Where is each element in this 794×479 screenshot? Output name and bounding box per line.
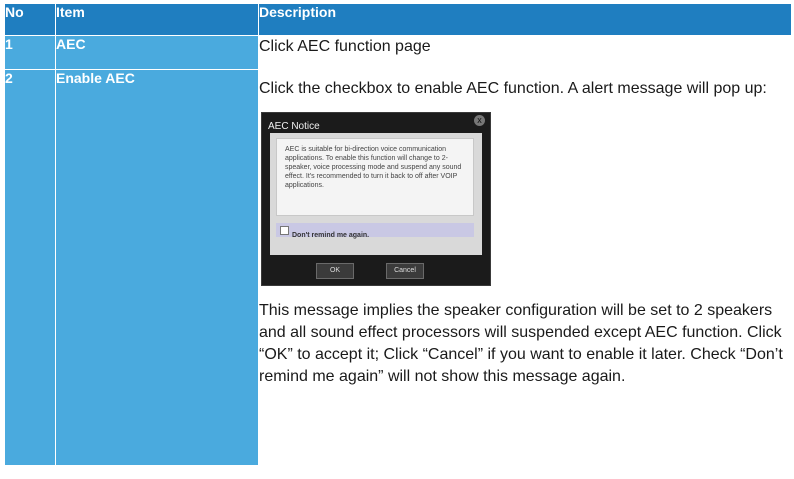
dialog-ok-button: OK: [316, 263, 354, 279]
description-intro: Click the checkbox to enable AEC functio…: [259, 80, 767, 97]
header-item: Item: [55, 3, 259, 36]
description-outro: This message implies the speaker configu…: [259, 302, 783, 385]
header-no: No: [4, 3, 56, 36]
dialog-checkbox-row: Don't remind me again.: [276, 223, 474, 239]
dialog-cancel-button: Cancel: [386, 263, 424, 279]
aec-notice-dialog-screenshot: AEC Notice x AEC is suitable for bi-dire…: [261, 112, 491, 286]
row-number: 1: [4, 35, 56, 70]
checkbox-icon: [280, 226, 289, 235]
table-row: 2 Enable AEC Click the checkbox to enabl…: [4, 69, 792, 466]
spec-table: No Item Description 1 AEC Click AEC func…: [4, 3, 792, 466]
row-description: Click AEC function page: [258, 35, 792, 70]
row-item: Enable AEC: [55, 69, 259, 466]
row-item: AEC: [55, 35, 259, 70]
row-number: 2: [4, 69, 56, 466]
header-description: Description: [258, 3, 792, 36]
row-description: Click the checkbox to enable AEC functio…: [258, 69, 792, 466]
close-icon: x: [474, 115, 485, 126]
table-header-row: No Item Description: [4, 3, 792, 36]
dialog-message: AEC is suitable for bi-direction voice c…: [276, 138, 474, 216]
table-row: 1 AEC Click AEC function page: [4, 35, 792, 70]
dialog-panel: AEC is suitable for bi-direction voice c…: [270, 133, 482, 255]
dialog-checkbox-label: Don't remind me again.: [292, 232, 370, 239]
